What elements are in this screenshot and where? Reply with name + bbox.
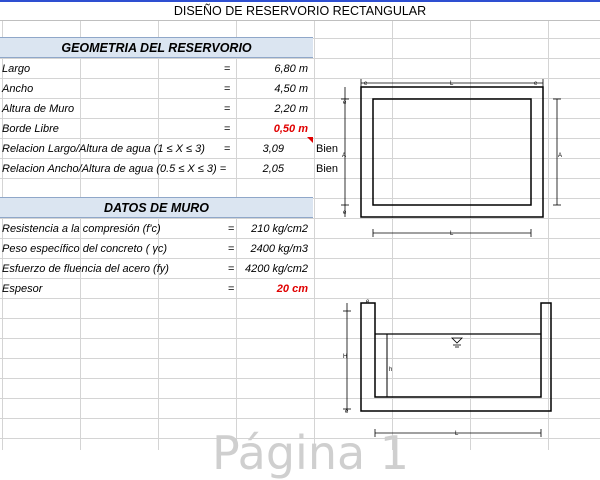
section-bottom-label: L (455, 431, 459, 437)
plan-corner-label: e (534, 81, 538, 87)
plan-top-label: L (450, 81, 454, 87)
plan-left-label: A (342, 153, 346, 159)
page-watermark: Página 1 (212, 426, 410, 480)
plan-corner-label: e (343, 210, 347, 216)
plan-inner-wall (372, 98, 532, 206)
reservoir-plan-diagram: L e e L A e e A H e h e L (341, 79, 562, 437)
section-wall-outline (360, 302, 552, 412)
plan-corner-label: e (364, 81, 368, 87)
reservoir-section-diagram: H e h e L (343, 299, 552, 437)
plan-corner-label: e (343, 100, 347, 106)
section-water-label: h (389, 367, 392, 373)
section-base-label: e (345, 409, 349, 415)
section-wall-label: e (366, 299, 370, 305)
section-height-label: H (343, 354, 347, 360)
plan-right-label: A (558, 153, 562, 159)
water-level-icon (451, 337, 463, 348)
plan-bottom-label: L (450, 231, 454, 237)
plan-outer-wall (360, 86, 544, 218)
